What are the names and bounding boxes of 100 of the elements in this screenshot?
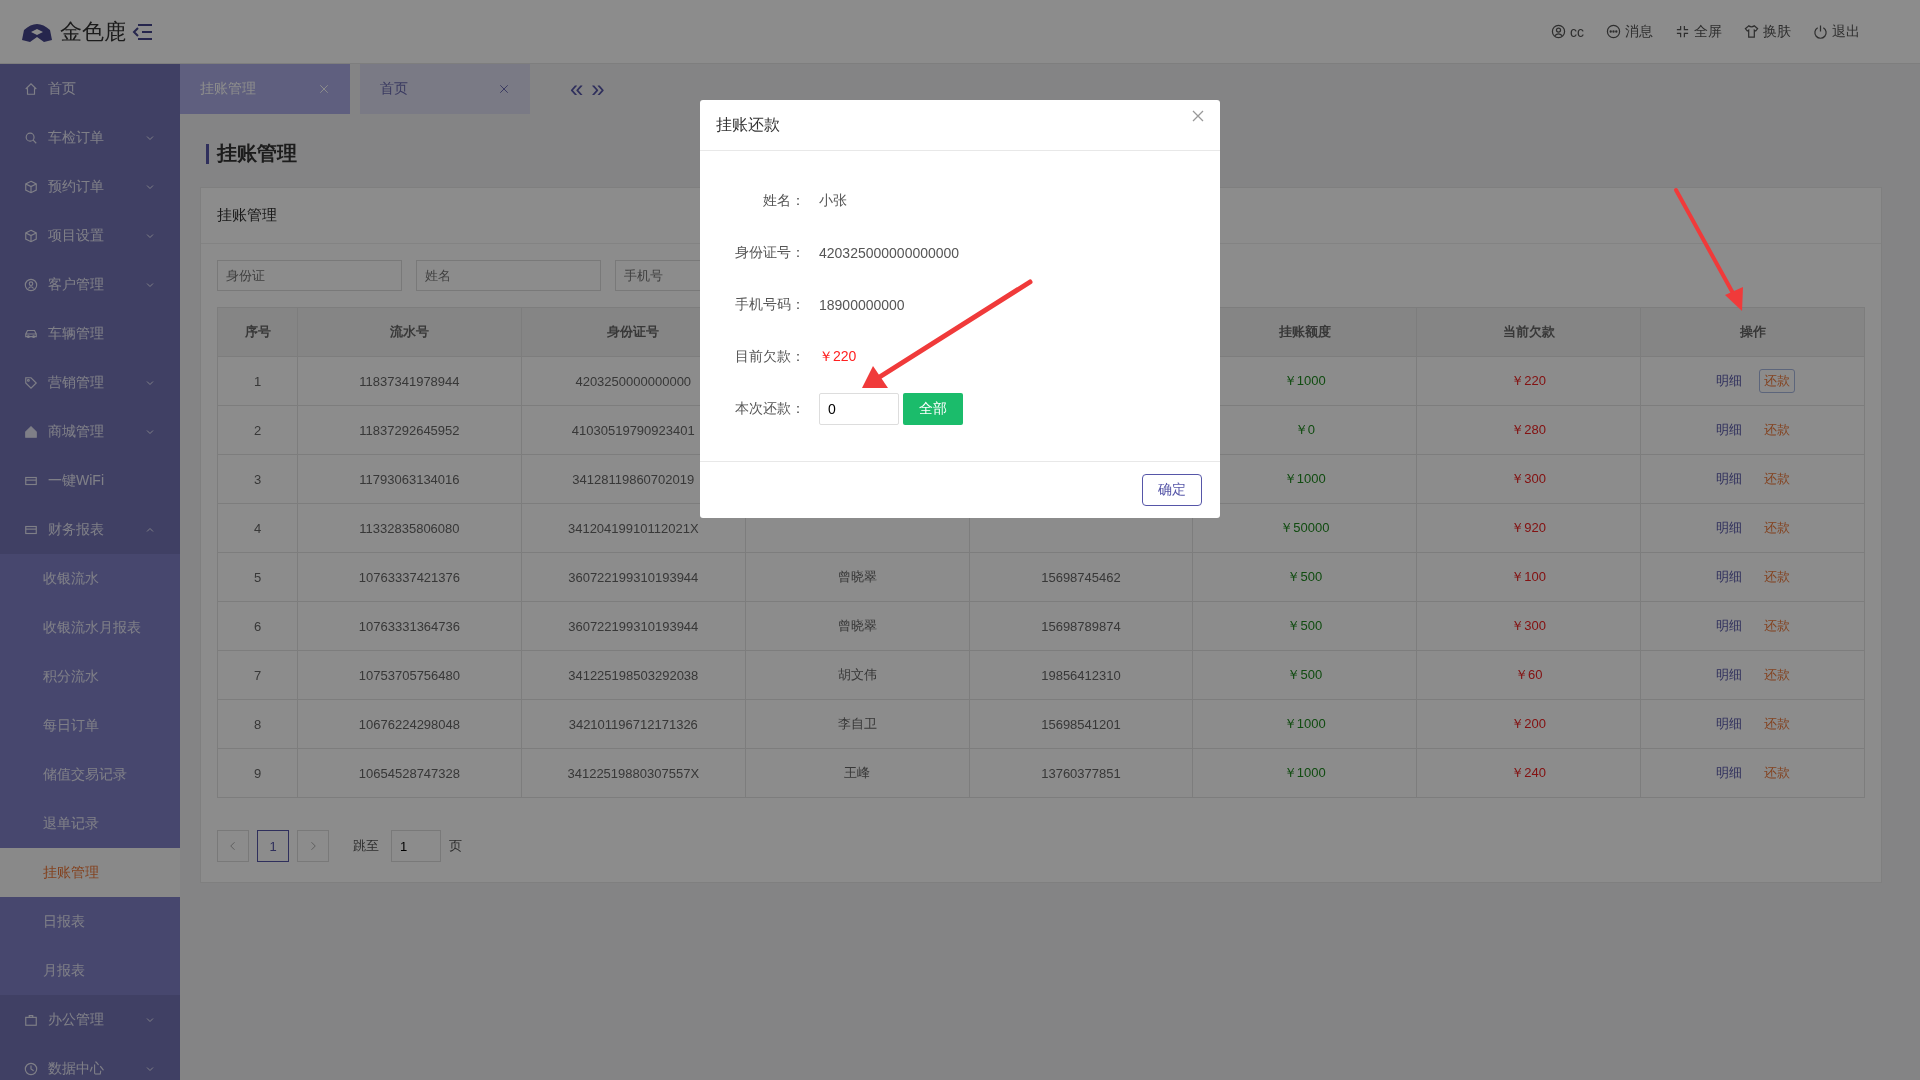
table-cell: 360722199310193944: [521, 601, 746, 651]
table-cell: ￥60: [1416, 650, 1641, 700]
shirt-icon: [1744, 24, 1759, 39]
detail-link[interactable]: 明细: [1710, 712, 1747, 736]
table-cell: ￥300: [1416, 601, 1641, 651]
table-cell: 19856412310: [969, 650, 1193, 700]
table-cell: 李自卫: [745, 699, 970, 749]
detail-link[interactable]: 明细: [1710, 516, 1747, 540]
table-cell: 15698541201: [969, 699, 1193, 749]
sidebar-item[interactable]: 财务报表: [0, 505, 180, 554]
cube-icon: [24, 228, 38, 243]
table-cell: 曾晓翠: [745, 552, 970, 602]
confirm-button[interactable]: 确定: [1142, 474, 1202, 506]
repay-link[interactable]: 还款: [1758, 761, 1795, 785]
table-cell: 曾晓翠: [745, 601, 970, 651]
table-cell: 胡文伟: [745, 650, 970, 700]
detail-link[interactable]: 明细: [1710, 565, 1747, 589]
table-cell: 13760377851: [969, 748, 1193, 798]
page-tab[interactable]: 首页: [360, 64, 530, 114]
search-icon: [24, 130, 38, 145]
table-cell: 8: [217, 699, 298, 749]
table-cell: 11793063134016: [297, 454, 522, 504]
table-cell: ￥500: [1192, 650, 1417, 700]
table-cell: ￥1000: [1192, 699, 1417, 749]
detail-link[interactable]: 明细: [1710, 369, 1747, 393]
field-label: 姓名：: [762, 192, 805, 210]
pay-all-button[interactable]: 全部: [903, 393, 963, 425]
table-cell: 360722199310193944: [521, 552, 746, 602]
sidebar-item[interactable]: 一键WiFi: [0, 456, 180, 505]
table-cell: 11332835806080: [297, 503, 522, 553]
tag-icon: [24, 375, 38, 390]
field-value: 420325000000000000: [819, 245, 960, 261]
sidebar-item[interactable]: 项目设置: [0, 211, 180, 260]
repay-link[interactable]: 还款: [1758, 565, 1795, 589]
table-cell: 4: [217, 503, 298, 553]
debt-amount: ￥220: [819, 348, 857, 366]
header-button[interactable]: 退出: [1813, 22, 1860, 41]
repay-link[interactable]: 还款: [1758, 712, 1795, 736]
table-cell: 10654528747328: [297, 748, 522, 798]
scroll-right-button[interactable]: »: [591, 77, 605, 101]
field-label: 身份证号：: [734, 244, 805, 262]
repay-link[interactable]: 还款: [1758, 614, 1795, 638]
detail-link[interactable]: 明细: [1710, 418, 1747, 442]
fullscreen-icon: [1675, 24, 1690, 39]
filter-field[interactable]: 姓名: [416, 260, 601, 291]
sidebar-subitem[interactable]: 挂账管理: [0, 848, 180, 897]
field-value: 18900000000: [819, 297, 905, 313]
sidebar-item[interactable]: 数据中心: [0, 1044, 180, 1080]
clock-icon: [24, 1061, 38, 1076]
filter-field[interactable]: 身份证: [217, 260, 402, 291]
table-cell: ￥100: [1416, 552, 1641, 602]
repay-link[interactable]: 还款: [1758, 369, 1795, 393]
header-button[interactable]: 换肤: [1744, 22, 1791, 41]
table-cell: 1: [217, 356, 298, 406]
table-cell: 11837341978944: [297, 356, 522, 406]
page-button[interactable]: 1: [257, 830, 289, 862]
close-button[interactable]: [1190, 108, 1206, 124]
sidebar-item[interactable]: 车检订单: [0, 113, 180, 162]
cube-icon: [24, 179, 38, 194]
column-header: 当前欠款: [1416, 307, 1641, 357]
sidebar-item[interactable]: 预约订单: [0, 162, 180, 211]
table-cell: 5: [217, 552, 298, 602]
detail-link[interactable]: 明细: [1710, 663, 1747, 687]
table-cell: 10676224298048: [297, 699, 522, 749]
close-icon: [318, 83, 330, 95]
header-button[interactable]: cc: [1551, 22, 1584, 41]
table-cell: 34122519880307557X: [521, 748, 746, 798]
column-header: 序号: [217, 307, 298, 357]
table-cell: 7: [217, 650, 298, 700]
house-icon: [24, 424, 38, 439]
table-cell: 10753705756480: [297, 650, 522, 700]
table-cell: ￥200: [1416, 699, 1641, 749]
repay-link[interactable]: 还款: [1758, 418, 1795, 442]
table-cell: ￥300: [1416, 454, 1641, 504]
table-cell: 6: [217, 601, 298, 651]
sidebar-item[interactable]: 首页: [0, 64, 180, 113]
detail-link[interactable]: 明细: [1710, 761, 1747, 785]
detail-link[interactable]: 明细: [1710, 614, 1747, 638]
table-cell: 9: [217, 748, 298, 798]
repay-link[interactable]: 还款: [1758, 663, 1795, 687]
amount-field[interactable]: 0: [819, 393, 899, 425]
table-cell: ￥220: [1416, 356, 1641, 406]
page-jump-field[interactable]: 1: [391, 830, 441, 862]
table-cell: ￥500: [1192, 552, 1417, 602]
table-cell: ￥920: [1416, 503, 1641, 553]
header-button[interactable]: 全屏: [1675, 22, 1722, 41]
table-cell: 3: [217, 454, 298, 504]
page-unit: 页: [449, 837, 462, 855]
detail-link[interactable]: 明细: [1710, 467, 1747, 491]
table-cell: ￥240: [1416, 748, 1641, 798]
repay-link[interactable]: 还款: [1758, 467, 1795, 491]
repay-link[interactable]: 还款: [1758, 516, 1795, 540]
table-cell: ￥1000: [1192, 748, 1417, 798]
header-button[interactable]: 消息: [1606, 22, 1653, 41]
table-cell: 2: [217, 405, 298, 455]
dialog-title: 挂账还款: [716, 114, 780, 135]
person-circle-icon: [24, 277, 38, 292]
scroll-left-button[interactable]: «: [570, 77, 584, 101]
menu-fold-icon[interactable]: [132, 21, 154, 42]
table-cell: 15698789874: [969, 601, 1193, 651]
